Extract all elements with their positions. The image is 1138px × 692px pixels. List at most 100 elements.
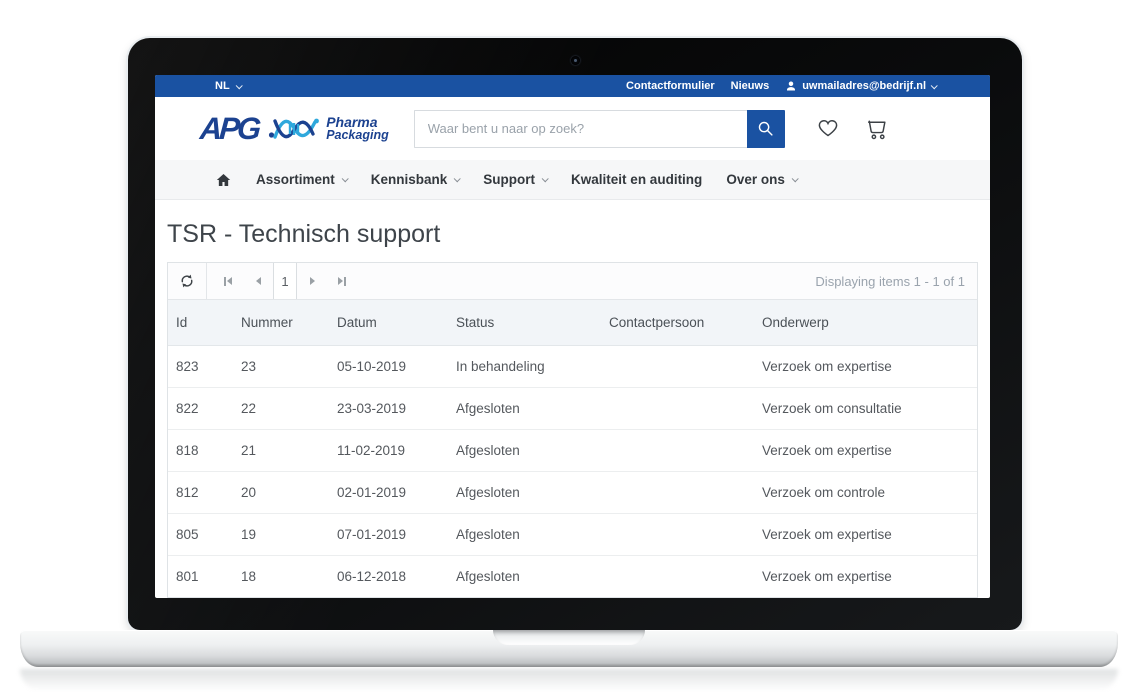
cell-contactpersoon: [601, 345, 754, 387]
cell-nummer: 19: [233, 513, 329, 555]
nav-item-over-ons[interactable]: Over ons: [726, 172, 797, 187]
site-header: APG Pharma Packaging: [155, 97, 990, 160]
logo-brand-text: APG: [199, 113, 259, 144]
cell-contactpersoon: [601, 387, 754, 429]
col-header-datum[interactable]: Datum: [329, 300, 448, 345]
nav-item-assortiment[interactable]: Assortiment: [256, 172, 347, 187]
cell-status: Afgesloten: [448, 471, 601, 513]
current-page-button[interactable]: 1: [273, 263, 297, 299]
cell-contactpersoon: [601, 555, 754, 597]
col-header-id[interactable]: Id: [168, 300, 233, 345]
chevron-down-icon: [542, 175, 549, 182]
cell-contactpersoon: [601, 471, 754, 513]
cell-onderwerp: Verzoek om controle: [754, 471, 977, 513]
search-button[interactable]: [747, 110, 785, 148]
cell-nummer: 22: [233, 387, 329, 429]
language-selector[interactable]: NL: [215, 80, 241, 92]
table-header-row: Id Nummer Datum Status Contactpersoon On…: [168, 300, 977, 345]
next-page-button[interactable]: [297, 263, 327, 299]
cell-datum: 23-03-2019: [329, 387, 448, 429]
user-email: uwmailadres@bedrijf.nl: [802, 80, 926, 92]
cell-id: 822: [168, 387, 233, 429]
cell-nummer: 20: [233, 471, 329, 513]
refresh-icon: [179, 273, 195, 289]
cell-nummer: 21: [233, 429, 329, 471]
wishlist-button[interactable]: [815, 117, 841, 141]
topbar-link-contactformulier[interactable]: Contactformulier: [626, 80, 715, 92]
col-header-contactpersoon[interactable]: Contactpersoon: [601, 300, 754, 345]
cell-status: Afgesloten: [448, 555, 601, 597]
chevron-down-icon: [235, 82, 242, 89]
table-row[interactable]: 8051907-01-2019AfgeslotenVerzoek om expe…: [168, 513, 977, 555]
nav-item-support[interactable]: Support: [483, 172, 547, 187]
cell-nummer: 23: [233, 345, 329, 387]
cell-id: 818: [168, 429, 233, 471]
cell-status: Afgesloten: [448, 429, 601, 471]
last-page-icon: [344, 277, 346, 286]
table-row[interactable]: 8222223-03-2019AfgeslotenVerzoek om cons…: [168, 387, 977, 429]
logo-tagline-line1: Pharma: [326, 115, 389, 130]
cell-id: 801: [168, 555, 233, 597]
cell-id: 823: [168, 345, 233, 387]
cell-datum: 06-12-2018: [329, 555, 448, 597]
nav-item-label: Kwaliteit en auditing: [571, 172, 702, 187]
table-row[interactable]: 8122002-01-2019AfgeslotenVerzoek om cont…: [168, 471, 977, 513]
pager-status: Displaying items 1 - 1 of 1: [815, 274, 965, 289]
topbar-link-nieuws[interactable]: Nieuws: [731, 80, 770, 92]
chevron-down-icon: [454, 175, 461, 182]
search-bar: [414, 110, 785, 148]
magnifier-icon: [757, 120, 774, 137]
nav-item-label: Kennisbank: [371, 172, 448, 187]
cell-id: 805: [168, 513, 233, 555]
nav-items: Assortiment Kennisbank Support Kwaliteit en…: [256, 172, 797, 187]
first-page-icon: [227, 277, 232, 285]
dna-helix-icon: [268, 114, 320, 144]
user-menu[interactable]: uwmailadres@bedrijf.nl: [785, 80, 936, 92]
cell-id: 812: [168, 471, 233, 513]
laptop-screen: NL Contactformulier Nieuws uwmailadres@be…: [155, 75, 990, 598]
laptop-frame: NL Contactformulier Nieuws uwmailadres@be…: [128, 38, 1022, 630]
chevron-down-icon: [792, 175, 799, 182]
cell-onderwerp: Verzoek om expertise: [754, 513, 977, 555]
cell-nummer: 18: [233, 555, 329, 597]
prev-page-icon: [256, 277, 261, 285]
refresh-button[interactable]: [168, 263, 207, 299]
logo-tagline: Pharma Packaging: [326, 115, 389, 143]
cell-onderwerp: Verzoek om expertise: [754, 429, 977, 471]
page: NL Contactformulier Nieuws uwmailadres@be…: [0, 0, 1138, 692]
search-input[interactable]: [414, 110, 747, 148]
col-header-onderwerp[interactable]: Onderwerp: [754, 300, 977, 345]
nav-item-kennisbank[interactable]: Kennisbank: [371, 172, 460, 187]
grid-toolbar: 1 Displaying items 1 - 1 of 1: [168, 263, 977, 300]
last-page-icon: [338, 277, 343, 285]
laptop-base: [20, 630, 1118, 667]
cart-button[interactable]: [863, 116, 890, 141]
first-page-icon: [224, 277, 226, 286]
page-content: TSR - Technisch support: [155, 220, 990, 598]
cell-datum: 05-10-2019: [329, 345, 448, 387]
col-header-status[interactable]: Status: [448, 300, 601, 345]
nav-item-label: Over ons: [726, 172, 785, 187]
topbar-links: Contactformulier Nieuws: [626, 80, 769, 92]
language-label: NL: [215, 80, 230, 92]
last-page-button[interactable]: [327, 263, 357, 299]
page-title: TSR - Technisch support: [167, 220, 978, 249]
cell-status: Afgesloten: [448, 387, 601, 429]
nav-item-label: Support: [483, 172, 535, 187]
tsr-grid: 1 Displaying items 1 - 1 of 1: [167, 262, 978, 598]
col-header-nummer[interactable]: Nummer: [233, 300, 329, 345]
cell-status: In behandeling: [448, 345, 601, 387]
nav-home[interactable]: [215, 172, 232, 188]
table-row[interactable]: 8182111-02-2019AfgeslotenVerzoek om expe…: [168, 429, 977, 471]
table-row[interactable]: 8232305-10-2019In behandeling Verzoek om …: [168, 345, 977, 387]
logo[interactable]: APG Pharma Packaging: [200, 113, 389, 144]
prev-page-button[interactable]: [243, 263, 273, 299]
first-page-button[interactable]: [213, 263, 243, 299]
laptop-base-notch: [493, 630, 645, 645]
laptop-reflection: [20, 669, 1118, 691]
cell-onderwerp: Verzoek om expertise: [754, 345, 977, 387]
topbar-right: Contactformulier Nieuws uwmailadres@bedri…: [626, 80, 936, 92]
webcam-icon: [571, 56, 580, 65]
table-row[interactable]: 8011806-12-2018AfgeslotenVerzoek om expe…: [168, 555, 977, 597]
nav-item-kwaliteit-en-auditing[interactable]: Kwaliteit en auditing: [571, 172, 702, 187]
